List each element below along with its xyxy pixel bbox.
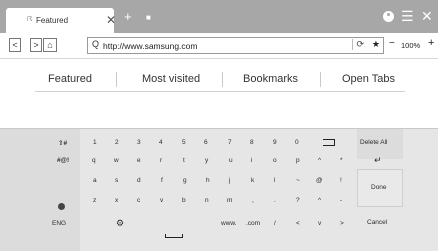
key-o[interactable]: o	[273, 157, 277, 164]
key-b[interactable]: b	[182, 197, 186, 204]
key-9[interactable]: 9	[273, 139, 277, 146]
language-key[interactable]: ENG	[52, 220, 66, 227]
settings-gear-icon[interactable]: ⚙	[116, 218, 124, 229]
search-icon: Q	[92, 39, 100, 49]
key-t[interactable]: t	[183, 157, 185, 164]
symbols-key[interactable]: #@!	[57, 157, 69, 164]
enter-icon[interactable]: ↵	[374, 155, 382, 166]
key-y[interactable]: y	[205, 157, 208, 164]
tab-most-visited[interactable]: Most visited	[142, 73, 200, 85]
tab-ghost-icon[interactable]: ■	[146, 13, 151, 22]
tab-divider	[320, 72, 321, 87]
key-3[interactable]: 3	[137, 139, 141, 146]
key-f[interactable]: f	[161, 177, 163, 184]
key-slash[interactable]: /	[274, 220, 276, 227]
url-field[interactable]: Q http://www.samsung.com ⟳ ★	[87, 37, 384, 54]
key-6[interactable]: 6	[204, 139, 208, 146]
cancel-key[interactable]: Cancel	[367, 219, 387, 226]
key-up-caret[interactable]: ^	[318, 197, 321, 204]
delete-all-key[interactable]: Delete All	[360, 139, 387, 146]
key-tilde[interactable]: ~	[296, 177, 300, 184]
tab-bookmarks[interactable]: Bookmarks	[243, 73, 298, 85]
key-question[interactable]: ?	[296, 197, 300, 204]
key-c[interactable]: c	[137, 197, 140, 204]
key-5[interactable]: 5	[182, 139, 186, 146]
key-0[interactable]: 0	[295, 139, 299, 146]
backspace-icon[interactable]	[323, 139, 335, 146]
key-4[interactable]: 4	[159, 139, 163, 146]
key-asterisk[interactable]: *	[340, 157, 343, 164]
key-7[interactable]: 7	[228, 139, 232, 146]
key-k[interactable]: k	[251, 177, 254, 184]
tab-divider	[116, 72, 117, 87]
key-8[interactable]: 8	[250, 139, 254, 146]
reload-icon[interactable]: ⟳	[352, 39, 364, 50]
zoom-in-icon[interactable]: +	[428, 37, 434, 49]
home-icon[interactable]: ⌂	[43, 38, 57, 52]
key-www[interactable]: www.	[221, 220, 237, 227]
key-2[interactable]: 2	[115, 139, 119, 146]
key-x[interactable]: x	[115, 197, 118, 204]
key-h[interactable]: h	[206, 177, 210, 184]
key-e[interactable]: e	[137, 157, 141, 164]
key-r[interactable]: r	[160, 157, 162, 164]
key-n[interactable]: n	[205, 197, 209, 204]
globe-icon[interactable]	[58, 203, 65, 210]
zoom-out-icon[interactable]: −	[389, 38, 395, 49]
profile-icon[interactable]	[383, 11, 394, 22]
key-g[interactable]: g	[183, 177, 187, 184]
tab-open-tabs[interactable]: Open Tabs	[342, 73, 395, 85]
tab-divider	[222, 72, 223, 87]
key-dotcom[interactable]: .com	[246, 220, 260, 227]
shift-key-icon[interactable]: ⇧#	[58, 139, 67, 147]
back-icon[interactable]: <	[9, 38, 21, 52]
key-s[interactable]: s	[115, 177, 118, 184]
close-icon[interactable]: ✕	[421, 8, 433, 25]
spacebar-icon[interactable]	[165, 234, 183, 238]
key-j[interactable]: j	[229, 177, 230, 184]
key-u[interactable]: u	[229, 157, 233, 164]
on-screen-keyboard: Done ⇧# 1 2 3 4 5 6 7 8 9 0 Delete All #…	[0, 128, 438, 251]
key-d[interactable]: d	[137, 177, 141, 184]
key-a[interactable]: a	[93, 177, 97, 184]
lock-icon: ☈	[27, 17, 33, 23]
key-less-than[interactable]: <	[296, 220, 300, 227]
tab-featured[interactable]: Featured	[48, 73, 92, 85]
tab-label: Featured	[36, 16, 69, 25]
done-label: Done	[371, 184, 387, 191]
key-p[interactable]: p	[296, 157, 300, 164]
key-q[interactable]: q	[92, 157, 96, 164]
tab-bar: ☈ Featured ✕ + ■ ☰ ✕	[0, 0, 438, 33]
content-tabs: Featured Most visited Bookmarks Open Tab…	[35, 68, 405, 92]
key-at[interactable]: @	[316, 177, 323, 184]
key-comma[interactable]: ,	[252, 197, 254, 204]
key-l[interactable]: l	[274, 177, 275, 184]
tab-close-icon[interactable]: ✕	[106, 13, 116, 27]
key-i[interactable]: i	[251, 157, 252, 164]
address-bar: < > ⌂ Q http://www.samsung.com ⟳ ★	[0, 33, 438, 59]
hamburger-icon[interactable]: ☰	[401, 8, 414, 25]
key-1[interactable]: 1	[93, 139, 97, 146]
browser-tab-featured[interactable]: ☈ Featured ✕	[6, 8, 116, 33]
key-exclamation[interactable]: !	[340, 177, 342, 184]
done-button[interactable]: Done	[357, 169, 403, 207]
star-icon[interactable]: ★	[372, 39, 380, 50]
new-tab-icon[interactable]: +	[124, 9, 132, 24]
key-z[interactable]: z	[93, 197, 96, 204]
keyboard-left-panel	[0, 129, 80, 251]
key-greater-than[interactable]: >	[340, 220, 344, 227]
key-v[interactable]: v	[160, 197, 163, 204]
key-dash[interactable]: -	[340, 197, 342, 204]
forward-icon[interactable]: >	[30, 38, 42, 52]
key-period[interactable]: .	[274, 197, 276, 204]
zoom-level: 100%	[401, 41, 421, 50]
key-down-caret[interactable]: v	[318, 220, 321, 227]
key-m[interactable]: m	[227, 197, 232, 204]
url-text: http://www.samsung.com	[103, 41, 198, 51]
key-w[interactable]: w	[114, 157, 119, 164]
key-caret[interactable]: ^	[318, 157, 321, 164]
